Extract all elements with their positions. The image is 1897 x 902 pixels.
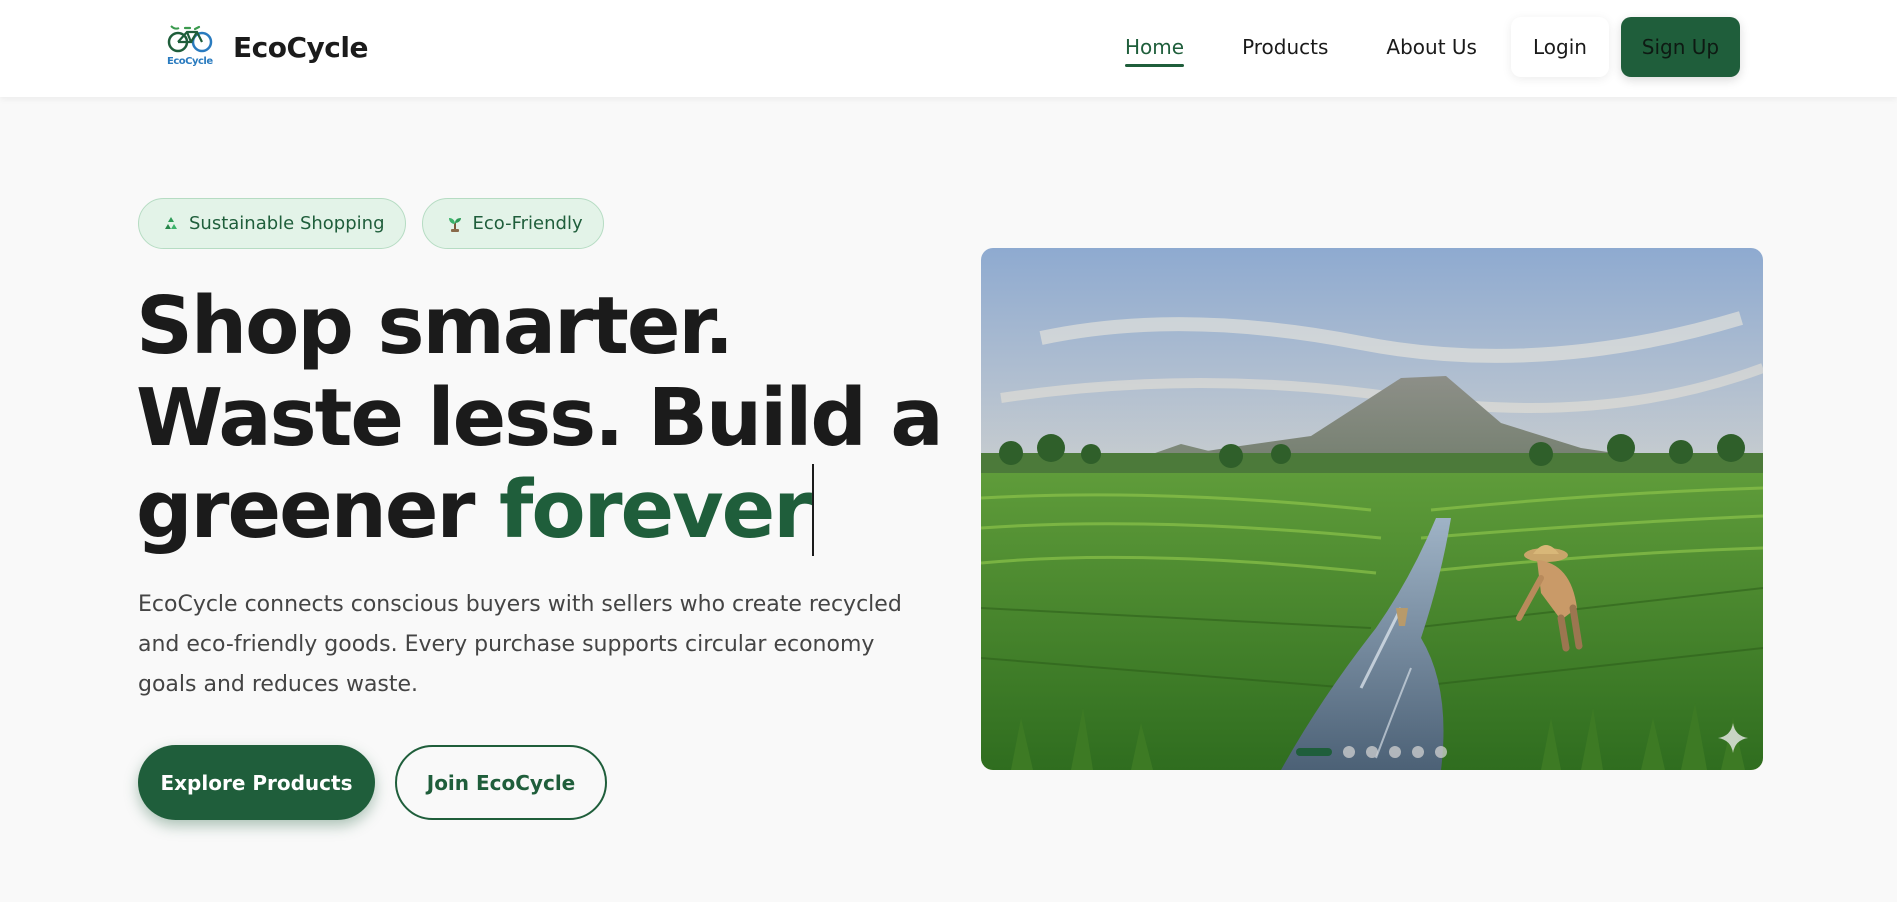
nav-products[interactable]: Products (1242, 17, 1328, 77)
carousel-dot-6[interactable] (1435, 746, 1447, 758)
main-nav: Home Products About Us Login Sign Up (1125, 17, 1740, 77)
nav-home[interactable]: Home (1125, 17, 1185, 77)
brand-logo[interactable]: EcoCycle EcoCycle (165, 24, 368, 70)
carousel-dot-4[interactable] (1389, 746, 1401, 758)
tag-label: Sustainable Shopping (189, 213, 385, 234)
typing-caret (812, 464, 815, 556)
sparkle-icon (1718, 723, 1748, 753)
hero-headline: Shop smarter. Waste less. Build a greene… (136, 280, 956, 556)
bicycle-logo-icon: EcoCycle (165, 24, 219, 70)
signup-button[interactable]: Sign Up (1620, 17, 1740, 77)
logo-caption: EcoCycle (167, 56, 213, 67)
carousel-indicators (1296, 746, 1458, 758)
hero-tags: Sustainable Shopping Eco-Friendly (138, 198, 620, 249)
seedling-icon (445, 214, 465, 234)
explore-products-button[interactable]: Explore Products (138, 745, 375, 820)
headline-line-3: greener forever (136, 464, 956, 556)
carousel-dot-2[interactable] (1343, 746, 1355, 758)
nav-about-us[interactable]: About Us (1386, 17, 1477, 77)
carousel-dot-1[interactable] (1296, 748, 1332, 756)
brand-name: EcoCycle (233, 30, 368, 64)
tag-label: Eco-Friendly (472, 213, 583, 234)
hero-actions: Explore Products Join EcoCycle (138, 745, 607, 820)
rice-terraces-volcano-farmer-image (981, 248, 1763, 770)
login-button[interactable]: Login (1510, 17, 1609, 77)
join-ecocycle-button[interactable]: Join EcoCycle (395, 745, 607, 820)
headline-line-3-prefix: greener (136, 464, 499, 556)
headline-line-2: Waste less. Build a (136, 372, 944, 464)
site-header: EcoCycle EcoCycle Home Products About Us… (0, 0, 1897, 97)
headline-accent-word: forever (498, 464, 812, 556)
hero-carousel[interactable] (981, 248, 1763, 770)
headline-line-1: Shop smarter. (136, 280, 734, 372)
tag-eco-friendly: Eco-Friendly (421, 198, 604, 249)
carousel-dot-3[interactable] (1366, 746, 1378, 758)
carousel-dot-5[interactable] (1412, 746, 1424, 758)
hero-description: EcoCycle connects conscious buyers with … (138, 592, 902, 697)
tag-sustainable-shopping: Sustainable Shopping (138, 198, 406, 249)
recycle-icon (161, 214, 181, 234)
